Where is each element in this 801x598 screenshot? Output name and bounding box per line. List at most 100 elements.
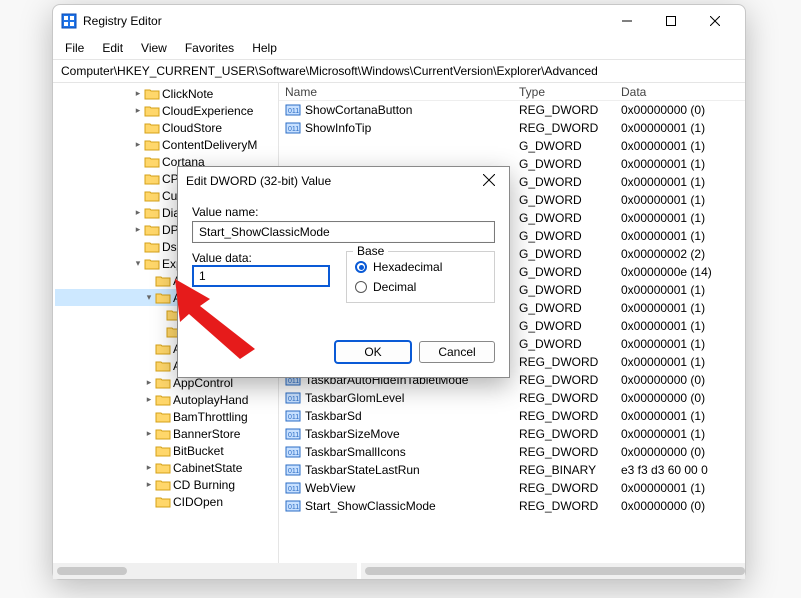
value-type: REG_DWORD — [519, 481, 621, 495]
value-name: TaskbarSizeMove — [305, 427, 400, 441]
list-row[interactable]: 011TaskbarStateLastRunREG_BINARYe3 f3 d3… — [279, 461, 745, 479]
list-row[interactable]: 011ShowInfoTipREG_DWORD0x00000001 (1) — [279, 119, 745, 137]
column-name[interactable]: Name — [279, 85, 519, 99]
close-button[interactable] — [693, 5, 737, 37]
value-type: G_DWORD — [519, 301, 621, 315]
value-type: G_DWORD — [519, 157, 621, 171]
svg-text:011: 011 — [288, 378, 299, 385]
value-name: TaskbarSmallIcons — [305, 445, 406, 459]
radio-hexadecimal[interactable]: Hexadecimal — [355, 260, 486, 274]
tree-item[interactable]: ▸ BannerStore — [55, 425, 278, 442]
svg-text:011: 011 — [288, 396, 299, 403]
tree-item-label: CIDOpen — [171, 495, 223, 509]
svg-text:011: 011 — [288, 450, 299, 457]
folder-icon — [155, 342, 171, 356]
value-type: REG_DWORD — [519, 427, 621, 441]
chevron-icon[interactable]: ▸ — [143, 428, 155, 439]
chevron-icon[interactable]: ▸ — [143, 377, 155, 388]
tree-item[interactable]: ▸ContentDeliveryM — [55, 136, 278, 153]
list-row[interactable]: 011TaskbarSizeMoveREG_DWORD0x00000001 (1… — [279, 425, 745, 443]
chevron-icon[interactable]: ▾ — [132, 258, 144, 269]
window-title: Registry Editor — [83, 14, 605, 28]
folder-icon — [144, 172, 160, 186]
tree-item[interactable]: BitBucket — [55, 442, 278, 459]
tree-item-label: BannerStore — [171, 427, 240, 441]
value-type: G_DWORD — [519, 139, 621, 153]
tree-item[interactable]: ▸ AutoplayHand — [55, 391, 278, 408]
value-data: 0x00000001 (1) — [621, 121, 745, 135]
menu-view[interactable]: View — [133, 39, 175, 57]
value-type: REG_DWORD — [519, 391, 621, 405]
menu-edit[interactable]: Edit — [94, 39, 131, 57]
chevron-icon[interactable]: ▸ — [143, 462, 155, 473]
folder-icon — [144, 240, 160, 254]
address-bar[interactable]: Computer\HKEY_CURRENT_USER\Software\Micr… — [53, 59, 745, 83]
chevron-icon[interactable]: ▸ — [132, 139, 144, 150]
chevron-icon[interactable]: ▸ — [132, 88, 144, 99]
value-data-input[interactable] — [192, 265, 330, 287]
reg-value-icon: 011 — [285, 463, 301, 477]
column-data[interactable]: Data — [621, 85, 745, 99]
maximize-button[interactable] — [649, 5, 693, 37]
list-row[interactable]: 011TaskbarSdREG_DWORD0x00000001 (1) — [279, 407, 745, 425]
list-row[interactable]: 011Start_ShowClassicModeREG_DWORD0x00000… — [279, 497, 745, 515]
reg-value-icon: 011 — [285, 391, 301, 405]
tree-item[interactable]: ▸ CloudExperience — [55, 102, 278, 119]
minimize-button[interactable] — [605, 5, 649, 37]
value-type: G_DWORD — [519, 247, 621, 261]
value-type: REG_DWORD — [519, 355, 621, 369]
tree-hscroll[interactable] — [53, 563, 357, 579]
value-type: REG_DWORD — [519, 121, 621, 135]
column-type[interactable]: Type — [519, 85, 621, 99]
value-data: 0x00000001 (1) — [621, 409, 745, 423]
chevron-icon[interactable]: ▸ — [132, 105, 144, 116]
value-data: 0x00000001 (1) — [621, 193, 745, 207]
folder-icon — [155, 461, 171, 475]
reg-value-icon: 011 — [285, 499, 301, 513]
value-data: 0x0000000e (14) — [621, 265, 745, 279]
radio-decimal[interactable]: Decimal — [355, 280, 486, 294]
chevron-icon[interactable]: ▸ — [143, 394, 155, 405]
tree-item[interactable]: ▸ClickNote — [55, 85, 278, 102]
value-data: 0x00000001 (1) — [621, 481, 745, 495]
cancel-button[interactable]: Cancel — [419, 341, 495, 363]
dialog-close-button[interactable] — [477, 173, 501, 189]
value-data: 0x00000001 (1) — [621, 319, 745, 333]
list-row[interactable]: 011WebViewREG_DWORD0x00000001 (1) — [279, 479, 745, 497]
base-legend: Base — [353, 244, 388, 258]
value-data: 0x00000001 (1) — [621, 283, 745, 297]
edit-dword-dialog: Edit DWORD (32-bit) Value Value name: Va… — [177, 166, 510, 378]
tree-item[interactable]: CloudStore — [55, 119, 278, 136]
svg-text:011: 011 — [288, 432, 299, 439]
folder-icon — [144, 257, 160, 271]
folder-icon — [155, 274, 171, 288]
value-type: REG_DWORD — [519, 445, 621, 459]
base-group: Base Hexadecimal Decimal — [346, 251, 495, 303]
menu-favorites[interactable]: Favorites — [177, 39, 242, 57]
ok-button[interactable]: OK — [335, 341, 411, 363]
tree-item[interactable]: ▸CabinetState — [55, 459, 278, 476]
value-data: 0x00000000 (0) — [621, 499, 745, 513]
chevron-icon[interactable]: ▸ — [132, 224, 144, 235]
list-hscroll[interactable] — [361, 563, 745, 579]
list-row[interactable]: 011TaskbarGlomLevelREG_DWORD0x00000000 (… — [279, 389, 745, 407]
folder-icon — [155, 393, 171, 407]
list-row[interactable]: 011ShowCortanaButtonREG_DWORD0x00000000 … — [279, 101, 745, 119]
list-row[interactable]: G_DWORD0x00000001 (1) — [279, 137, 745, 155]
tree-item[interactable]: ▸CD Burning — [55, 476, 278, 493]
svg-text:011: 011 — [288, 504, 299, 511]
tree-item-label: CloudExperience — [160, 104, 253, 118]
folder-icon — [155, 495, 171, 509]
tree-item[interactable]: BamThrottling — [55, 408, 278, 425]
chevron-icon[interactable]: ▸ — [132, 207, 144, 218]
chevron-icon[interactable]: ▸ — [143, 479, 155, 490]
tree-item[interactable]: CIDOpen — [55, 493, 278, 510]
value-data: 0x00000002 (2) — [621, 247, 745, 261]
menu-file[interactable]: File — [57, 39, 92, 57]
value-name-input[interactable] — [192, 221, 495, 243]
folder-icon — [144, 87, 160, 101]
list-row[interactable]: 011TaskbarSmallIconsREG_DWORD0x00000000 … — [279, 443, 745, 461]
menu-help[interactable]: Help — [244, 39, 285, 57]
tree-item-label: AutoplayHand — [171, 393, 248, 407]
chevron-icon[interactable]: ▾ — [143, 292, 155, 303]
